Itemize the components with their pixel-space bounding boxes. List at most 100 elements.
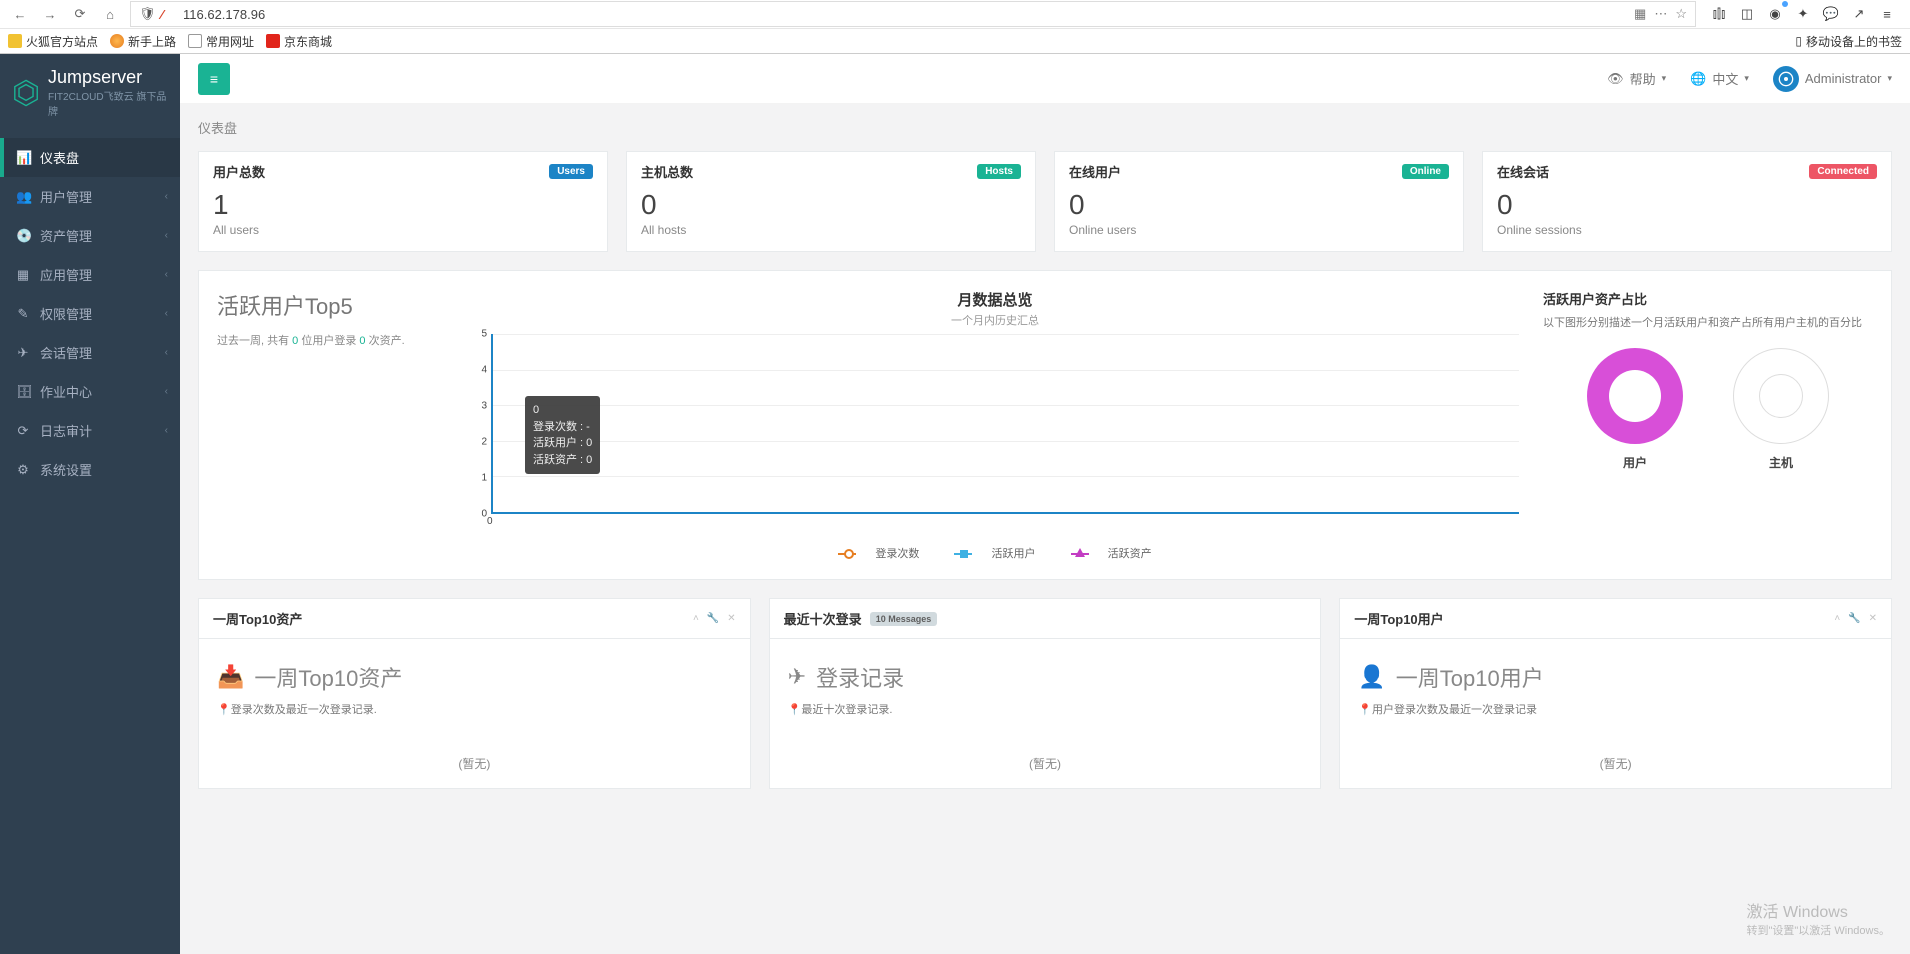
- qr-icon[interactable]: ▦: [1634, 6, 1646, 22]
- top5-panel: 活跃用户Top5 过去一周, 共有 0 位用户登录 0 次资产.: [217, 289, 447, 561]
- sidebar-item-icon: ▦: [16, 267, 30, 283]
- user-menu[interactable]: Administrator ▾: [1773, 66, 1892, 92]
- forward-button[interactable]: →: [36, 1, 64, 27]
- panel-logins: 最近十次登录 10 Messages ✈登录记录 📍最近十次登录记录. (暂无): [769, 598, 1322, 789]
- extension1-icon[interactable]: ✦: [1792, 3, 1814, 25]
- sidebar-toggle-button[interactable]: ≡: [198, 63, 230, 95]
- pin-icon: 📍: [217, 704, 231, 716]
- chevron-left-icon: ‹: [165, 269, 168, 280]
- tooltip-line: 活跃用户 : 0: [533, 435, 592, 452]
- stat-badge: Connected: [1809, 164, 1877, 179]
- panel-meta: 📍用户登录次数及最近一次登录记录: [1358, 701, 1873, 717]
- bookmark-label: 火狐官方站点: [26, 33, 98, 50]
- sidebar-item-8[interactable]: ⚙系统设置: [0, 450, 180, 489]
- legend-label: 登录次数: [875, 548, 919, 560]
- panel-title: 一周Top10资产: [213, 609, 302, 628]
- mid-row: 活跃用户Top5 过去一周, 共有 0 位用户登录 0 次资产. 月数据总览 一…: [198, 270, 1892, 580]
- sidebar-item-label: 日志审计: [40, 421, 92, 440]
- caret-down-icon: ▾: [1744, 73, 1749, 84]
- legend-item[interactable]: 活跃资产: [1063, 548, 1160, 560]
- legend-marker-icon: [1071, 550, 1089, 558]
- close-icon[interactable]: ✕: [1869, 613, 1877, 624]
- donut-host-chart[interactable]: [1733, 348, 1829, 444]
- sidebar-item-7[interactable]: ⟳日志审计‹: [0, 411, 180, 450]
- collapse-icon[interactable]: ˄: [1834, 613, 1840, 624]
- panel-head: 最近十次登录 10 Messages: [770, 599, 1321, 639]
- page: Jumpserver FIT2CLOUD飞致云 旗下品牌 📊仪表盘👥用户管理‹💿…: [0, 54, 1910, 954]
- chart-area: 月数据总览 一个月内历史汇总 012345 0 登录次数 : -: [471, 289, 1519, 561]
- sidebar-item-3[interactable]: ▦应用管理‹: [0, 255, 180, 294]
- chat-icon[interactable]: 💬: [1820, 3, 1842, 25]
- help-icon: 👁: [1607, 71, 1624, 87]
- wrench-icon[interactable]: 🔧: [707, 613, 719, 624]
- donut-user-chart[interactable]: [1587, 348, 1683, 444]
- tooltip-line: 登录次数 : -: [533, 419, 592, 436]
- sidebar-icon[interactable]: ◫: [1736, 3, 1758, 25]
- library-icon[interactable]: ⫾⫿⫾: [1708, 3, 1730, 25]
- chart-canvas[interactable]: 0 登录次数 : - 活跃用户 : 0 活跃资产 : 0: [491, 334, 1519, 514]
- reload-button[interactable]: ⟳: [66, 1, 94, 27]
- bookmark-label: 新手上路: [128, 33, 176, 50]
- language-menu[interactable]: 🌐 中文 ▾: [1690, 69, 1749, 88]
- collapse-icon[interactable]: ˄: [693, 613, 699, 624]
- sidebar-item-2[interactable]: 💿资产管理‹: [0, 216, 180, 255]
- menu-icon[interactable]: ≡: [1876, 3, 1898, 25]
- bookmark-common[interactable]: 常用网址: [188, 33, 254, 50]
- url-bar[interactable]: 🛡 ⁄ 116.62.178.96 ▦ ⋯ ☆: [130, 1, 1696, 27]
- lang-label: 中文: [1712, 69, 1738, 88]
- panel-body: 📥一周Top10资产 📍登录次数及最近一次登录记录.: [199, 639, 750, 739]
- bookmark-firefox[interactable]: 火狐官方站点: [8, 33, 98, 50]
- share-icon[interactable]: ↗: [1848, 3, 1870, 25]
- sidebar-item-0[interactable]: 📊仪表盘: [0, 138, 180, 177]
- sidebar-item-icon: ⟳: [16, 423, 30, 439]
- url-text: 116.62.178.96: [183, 7, 1634, 22]
- bookmark-jd[interactable]: 京东商城: [266, 33, 332, 50]
- panel-meta-text: 登录次数及最近一次登录记录.: [231, 704, 377, 716]
- more-icon[interactable]: ⋯: [1654, 6, 1667, 22]
- stat-sub: Online users: [1069, 223, 1449, 237]
- help-menu[interactable]: 👁帮助▾: [1607, 69, 1666, 88]
- avatar: [1773, 66, 1799, 92]
- chevron-left-icon: ‹: [165, 230, 168, 241]
- x-tick: 0: [487, 516, 1519, 527]
- bookmark-newbie[interactable]: 新手上路: [110, 33, 176, 50]
- mobile-bookmarks-label: 移动设备上的书签: [1806, 33, 1902, 50]
- sidebar-item-label: 系统设置: [40, 460, 92, 479]
- legend-item[interactable]: 登录次数: [830, 548, 927, 560]
- sidebar-item-1[interactable]: 👥用户管理‹: [0, 177, 180, 216]
- panel-tools: ˄ 🔧 ✕: [693, 613, 736, 624]
- sidebar-item-6[interactable]: 🗄作业中心‹: [0, 372, 180, 411]
- globe-icon: 🌐: [1690, 71, 1706, 87]
- logo-area[interactable]: Jumpserver FIT2CLOUD飞致云 旗下品牌: [0, 54, 180, 132]
- close-icon[interactable]: ✕: [727, 613, 735, 624]
- chevron-left-icon: ‹: [165, 308, 168, 319]
- sidebar-item-icon: 💿: [16, 228, 30, 244]
- legend-item[interactable]: 活跃用户: [946, 548, 1043, 560]
- sidebar: Jumpserver FIT2CLOUD飞致云 旗下品牌 📊仪表盘👥用户管理‹💿…: [0, 54, 180, 954]
- panel-tools: ˄ 🔧 ✕: [1834, 613, 1877, 624]
- wrench-icon[interactable]: 🔧: [1848, 613, 1860, 624]
- sync-icon[interactable]: ◉: [1764, 3, 1786, 25]
- back-button[interactable]: ←: [6, 1, 34, 27]
- sidebar-item-5[interactable]: ✈会话管理‹: [0, 333, 180, 372]
- stat-sub: All users: [213, 223, 593, 237]
- stat-title: 在线用户: [1069, 162, 1121, 181]
- pin-icon: 📍: [1358, 704, 1372, 716]
- home-button[interactable]: ⌂: [96, 1, 124, 27]
- caret-down-icon: ▾: [1887, 73, 1892, 84]
- paperplane-icon: ✈: [788, 664, 806, 690]
- pin-icon: 📍: [788, 704, 802, 716]
- star-icon[interactable]: ☆: [1675, 6, 1687, 22]
- sidebar-item-label: 仪表盘: [40, 148, 79, 167]
- sidebar-item-4[interactable]: ✎权限管理‹: [0, 294, 180, 333]
- stat-row: 用户总数Users1All users主机总数Hosts0All hosts在线…: [198, 151, 1892, 252]
- top5-desc: 过去一周, 共有 0 位用户登录 0 次资产.: [217, 333, 447, 351]
- panel-h2-text: 一周Top10资产: [254, 661, 402, 693]
- mobile-bookmarks[interactable]: ▯移动设备上的书签: [1795, 33, 1902, 50]
- brand-sub: FIT2CLOUD飞致云 旗下品牌: [48, 88, 168, 118]
- tooltip-line: 活跃资产 : 0: [533, 452, 592, 469]
- user-icon: 👤: [1358, 664, 1385, 690]
- t: 过去一周, 共有: [217, 335, 292, 347]
- bookmark-bar: 火狐官方站点 新手上路 常用网址 京东商城 ▯移动设备上的书签: [0, 29, 1910, 53]
- sidebar-item-label: 会话管理: [40, 343, 92, 362]
